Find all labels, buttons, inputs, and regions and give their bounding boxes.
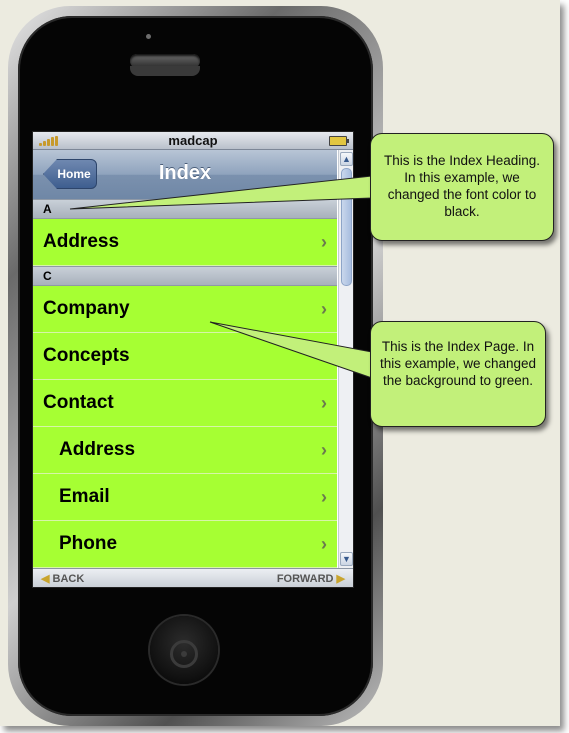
index-entry-label: Phone <box>59 533 118 554</box>
chevron-right-icon: › <box>321 232 327 252</box>
triangle-right-icon: ▶ <box>336 573 345 585</box>
index-subentry-email[interactable]: Email › <box>33 474 337 521</box>
bottom-toolbar: ◀ BACK FORWARD ▶ <box>33 568 353 587</box>
index-entry-label: Concepts <box>43 345 130 366</box>
battery-icon <box>329 136 349 146</box>
index-list: A Address › C Company › Concepts Contact… <box>33 199 337 568</box>
scroll-up-arrow-icon[interactable]: ▲ <box>340 152 353 166</box>
index-entry-contact[interactable]: Contact › <box>33 380 337 427</box>
callout-index-heading: This is the Index Heading. In this examp… <box>370 133 554 241</box>
carrier-title: madcap <box>168 133 218 148</box>
forward-button[interactable]: FORWARD ▶ <box>277 572 345 585</box>
index-entry-address[interactable]: Address › <box>33 219 337 266</box>
chevron-right-icon: › <box>321 487 327 507</box>
index-entry-label: Email <box>59 486 110 507</box>
index-entry-label: Address <box>59 439 136 460</box>
index-heading: C <box>33 266 337 286</box>
index-entry-label: Address <box>43 231 120 252</box>
back-label: BACK <box>52 573 85 585</box>
chevron-right-icon: › <box>321 440 327 460</box>
chevron-right-icon: › <box>321 299 327 319</box>
index-subentry-phone[interactable]: Phone › <box>33 521 337 568</box>
chevron-right-icon: › <box>321 534 327 554</box>
phone-screen: madcap Home Index A Address › C Company … <box>32 131 354 588</box>
speaker-grille-shadow <box>130 66 200 76</box>
callout-index-page: This is the Index Page. In this example,… <box>370 321 546 427</box>
index-heading: A <box>33 199 337 219</box>
index-entry-label: Contact <box>43 392 114 413</box>
callout-text: This is the Index Page. In this example,… <box>379 339 537 388</box>
index-entry-concepts[interactable]: Concepts <box>33 333 337 380</box>
home-button-icon <box>170 640 198 668</box>
status-bar: madcap <box>33 132 353 150</box>
chevron-right-icon: › <box>321 393 327 413</box>
scroll-thumb[interactable] <box>341 168 352 286</box>
page-title: Index <box>158 162 212 184</box>
forward-label: FORWARD <box>276 573 334 585</box>
camera-icon <box>146 34 151 39</box>
scroll-down-arrow-icon[interactable]: ▼ <box>340 552 353 566</box>
index-entry-label: Company <box>43 298 130 319</box>
vertical-scrollbar[interactable]: ▲ ▼ <box>338 150 353 568</box>
callout-text: This is the Index Heading. In this examp… <box>383 153 541 219</box>
navigation-bar: Home Index <box>33 150 337 199</box>
triangle-left-icon: ◀ <box>41 573 50 585</box>
index-subentry-address[interactable]: Address › <box>33 427 337 474</box>
back-button[interactable]: ◀ BACK <box>41 572 84 585</box>
index-entry-company[interactable]: Company › <box>33 286 337 333</box>
